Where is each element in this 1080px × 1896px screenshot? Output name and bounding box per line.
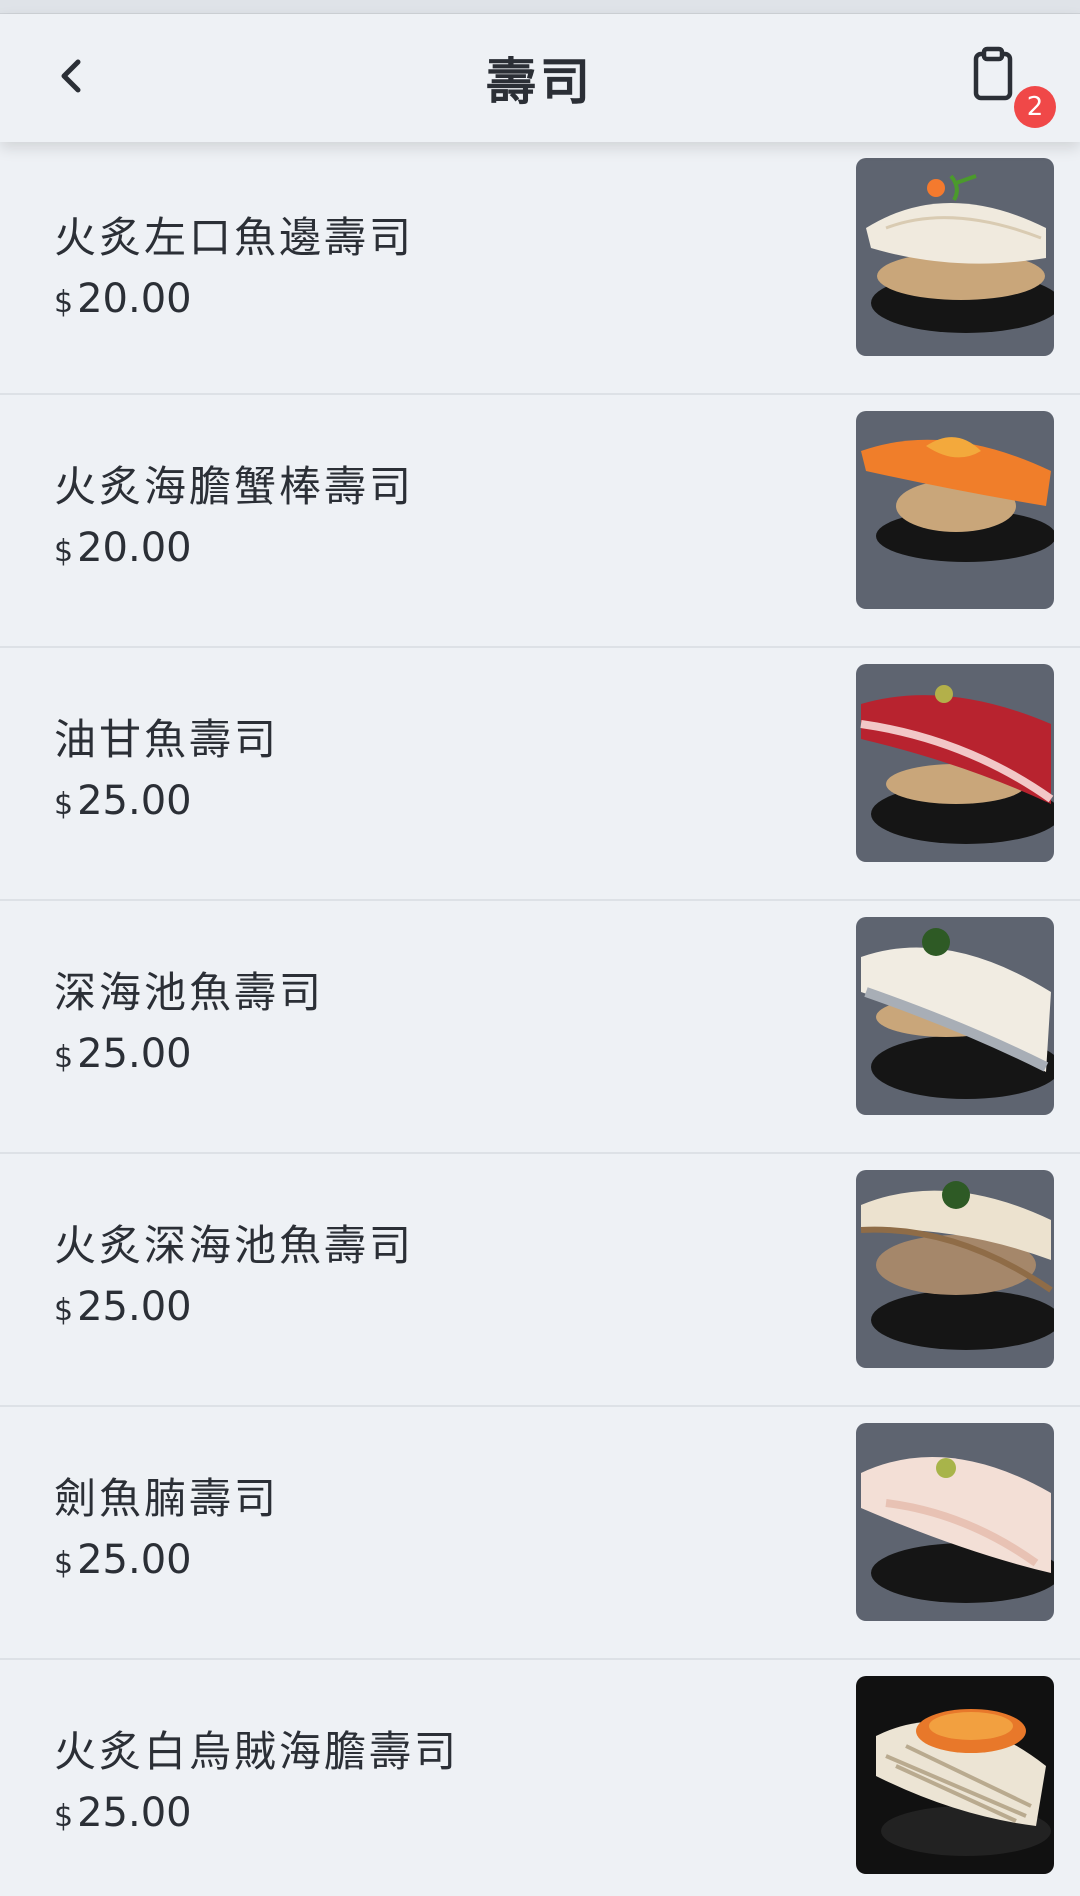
price-value: 25.00: [77, 1790, 192, 1836]
price-value: 25.00: [77, 1031, 192, 1077]
list-item[interactable]: 火炙白烏賊海膽壽司 $ 25.00: [0, 1660, 1080, 1896]
currency-symbol: $: [54, 1799, 74, 1834]
item-name: 深海池魚壽司: [54, 968, 325, 1017]
cart-count-badge: 2: [1014, 86, 1056, 128]
item-name: 油甘魚壽司: [54, 715, 280, 764]
price-value: 20.00: [77, 276, 192, 322]
menu-list: 火炙左口魚邊壽司 $ 20.00 火炙海膽蟹棒壽司 $ 20.00 油甘魚壽司 …: [0, 142, 1080, 1896]
item-name: 火炙左口魚邊壽司: [54, 213, 415, 262]
item-price: $ 25.00: [54, 1284, 192, 1330]
app-header: 壽司 2: [0, 14, 1080, 142]
currency-symbol: $: [54, 534, 74, 569]
currency-symbol: $: [54, 285, 74, 320]
chevron-left-icon: [61, 59, 81, 93]
clipboard-icon: [973, 46, 1013, 101]
item-price: $ 25.00: [54, 1790, 192, 1836]
status-strip: [0, 0, 1080, 14]
item-photo: [856, 1676, 1054, 1874]
item-price: $ 25.00: [54, 1031, 192, 1077]
item-price: $ 25.00: [54, 778, 192, 824]
item-name: 火炙深海池魚壽司: [54, 1221, 415, 1270]
cart-button[interactable]: 2: [960, 36, 1056, 128]
list-item[interactable]: 油甘魚壽司 $ 25.00: [0, 648, 1080, 901]
item-photo: [856, 1170, 1054, 1368]
item-photo: [856, 158, 1054, 356]
currency-symbol: $: [54, 1293, 74, 1328]
item-price: $ 20.00: [54, 525, 192, 571]
page-title: 壽司: [486, 53, 594, 111]
item-name: 火炙白烏賊海膽壽司: [54, 1727, 460, 1776]
item-price: $ 25.00: [54, 1537, 192, 1583]
back-button[interactable]: [40, 44, 104, 108]
price-value: 25.00: [77, 1537, 192, 1583]
item-name: 火炙海膽蟹棒壽司: [54, 462, 415, 511]
item-photo: [856, 411, 1054, 609]
item-photo: [856, 917, 1054, 1115]
list-item[interactable]: 火炙海膽蟹棒壽司 $ 20.00: [0, 395, 1080, 648]
item-photo: [856, 1423, 1054, 1621]
price-value: 25.00: [77, 1284, 192, 1330]
list-item[interactable]: 劍魚腩壽司 $ 25.00: [0, 1407, 1080, 1660]
currency-symbol: $: [54, 787, 74, 822]
currency-symbol: $: [54, 1546, 74, 1581]
item-price: $ 20.00: [54, 276, 192, 322]
item-photo: [856, 664, 1054, 862]
price-value: 25.00: [77, 778, 192, 824]
item-name: 劍魚腩壽司: [54, 1474, 280, 1523]
currency-symbol: $: [54, 1040, 74, 1075]
list-item[interactable]: 火炙左口魚邊壽司 $ 20.00: [0, 142, 1080, 395]
list-item[interactable]: 深海池魚壽司 $ 25.00: [0, 901, 1080, 1154]
list-item[interactable]: 火炙深海池魚壽司 $ 25.00: [0, 1154, 1080, 1407]
price-value: 20.00: [77, 525, 192, 571]
